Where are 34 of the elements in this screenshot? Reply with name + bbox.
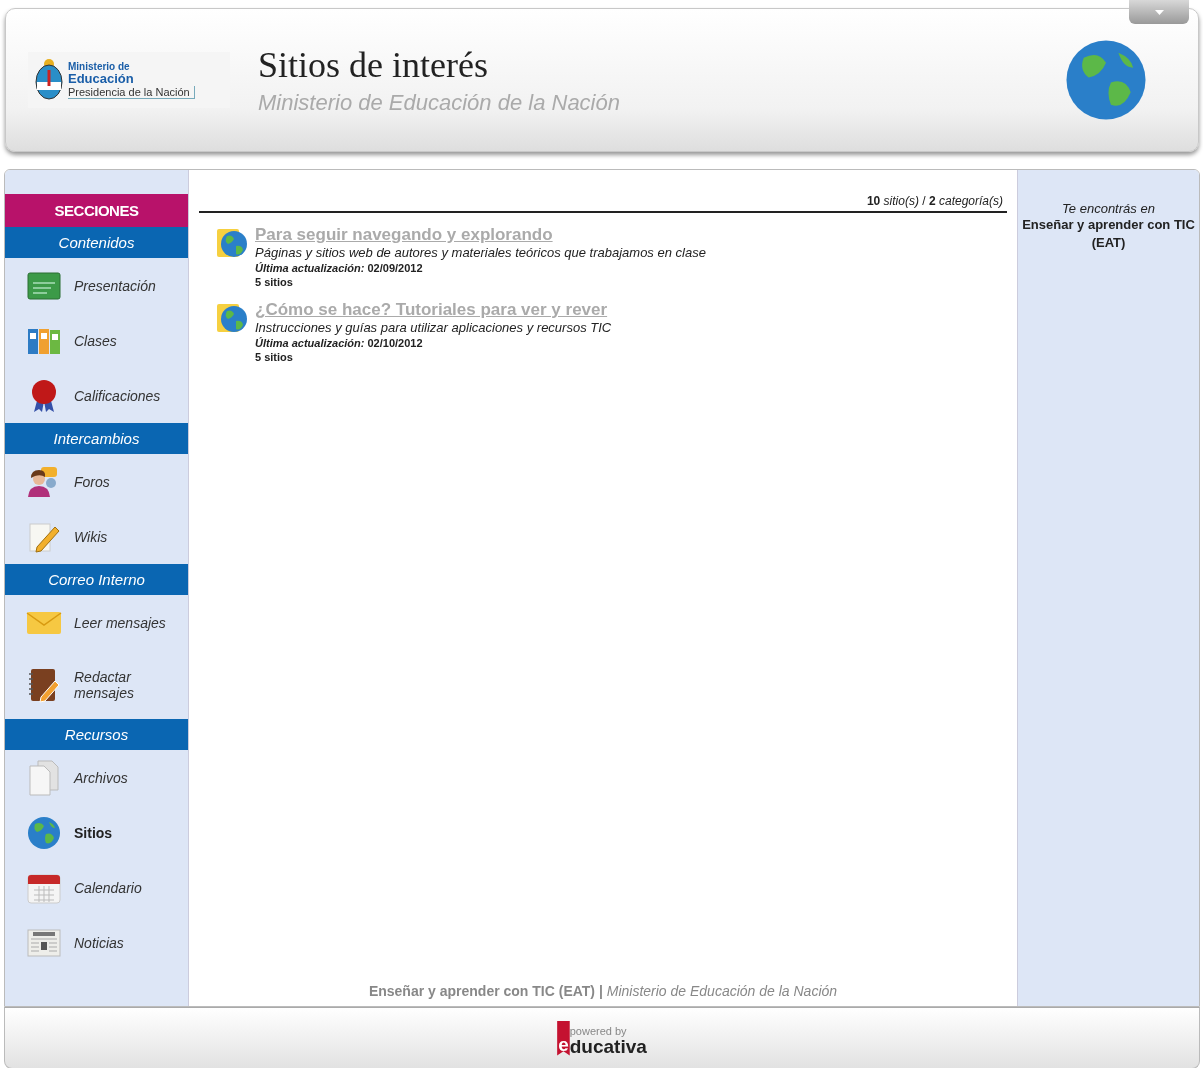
sidebar-item[interactable]: Leer mensajes [5,595,188,650]
section-header: Correo Interno [5,564,188,595]
logo-text: Presidencia de la Nación [68,86,195,100]
page-title: Sitios de interés [258,44,489,86]
site-count: 5 sitios [255,351,294,363]
last-updated: Última actualización: 02/09/2012 [255,262,424,274]
logo-mark: e [557,1020,570,1056]
location-label: Te encontrás en [1062,201,1155,216]
category-description: Páginas y sitios web de autores y materiales teóricos que trabajamos en clase [255,245,706,260]
last-updated: Última actualización: 02/10/2012 [255,337,424,349]
site-count: 5 sitios [255,276,294,288]
course-name: Enseñar y aprender con TIC (EAT) [1021,216,1196,252]
category-description: Instrucciones y guías para utilizar aplicaciones y recursos TIC [255,320,612,335]
site-count: 10 sitio(s) / 2 categoría(s) [199,194,1007,213]
powered-by-text: powered by [569,1025,628,1037]
sidebar-item[interactable]: Clases [5,313,188,368]
sidebar-item[interactable]: Noticias [5,915,188,970]
sidebar-item[interactable]: Calendario [5,860,188,915]
sidebar-item[interactable]: Archivos [5,750,188,805]
sidebar-item[interactable]: Sitios [5,805,188,860]
section-header: Intercambios [5,423,188,454]
logo-text: Educación [68,71,135,87]
section-header: Contenidos [5,227,188,258]
footer-text: Enseñar y aprender con TIC (EAT) | Ministerio de Educación de la Nación [367,983,839,1001]
page-subtitle: Ministerio de Educación de la Nación [258,90,621,116]
sidebar-item[interactable]: Foros [5,454,188,509]
sidebar-item[interactable]: Redactar mensajes [5,650,188,719]
logo-text: Ministerio de [68,60,131,72]
logo-text: ducativa [569,1036,647,1056]
sidebar-title: SECCIONES [5,194,188,227]
sidebar-item[interactable]: Wikis [5,509,188,564]
sidebar-item[interactable]: Presentación [5,258,188,313]
section-header: Recursos [5,719,188,750]
sidebar-item[interactable]: Calificaciones [5,368,188,423]
